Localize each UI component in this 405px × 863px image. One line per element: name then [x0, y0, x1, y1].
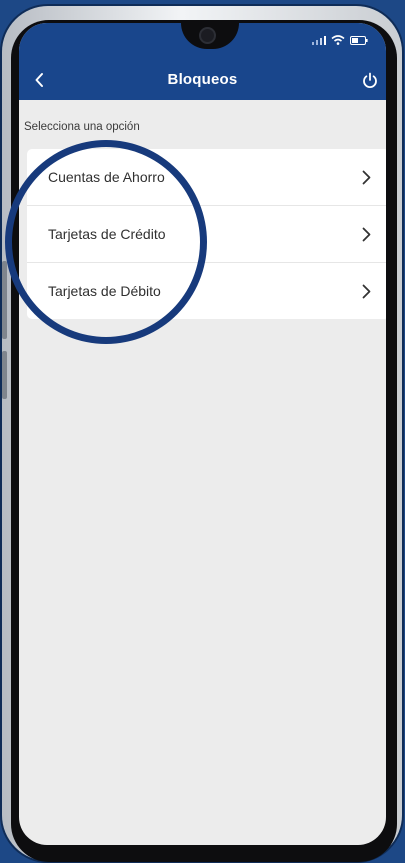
logout-button[interactable] [358, 68, 382, 92]
signal-icon [312, 32, 326, 50]
page-title: Bloqueos [167, 71, 238, 88]
option-label: Tarjetas de Débito [48, 283, 161, 299]
chevron-right-icon [362, 170, 371, 184]
chevron-right-icon [362, 227, 371, 241]
option-label: Tarjetas de Crédito [48, 226, 166, 242]
app-header: Bloqueos [19, 23, 386, 100]
power-icon [363, 72, 377, 88]
battery-icon [350, 32, 368, 50]
status-bar-icons [312, 32, 368, 50]
option-cuentas-ahorro[interactable]: Cuentas de Ahorro [27, 149, 386, 206]
section-label: Selecciona una opción [24, 121, 140, 133]
volume-button [2, 261, 7, 339]
side-button [2, 351, 7, 399]
options-list: Cuentas de Ahorro Tarjetas de Crédito Ta… [27, 149, 386, 319]
phone-screen: Bloqueos Selecciona una opción Cuentas d… [19, 23, 386, 845]
option-label: Cuentas de Ahorro [48, 169, 165, 185]
wifi-icon [331, 32, 345, 50]
option-tarjetas-debito[interactable]: Tarjetas de Débito [27, 263, 386, 319]
option-tarjetas-credito[interactable]: Tarjetas de Crédito [27, 206, 386, 263]
front-camera [199, 27, 216, 44]
chevron-right-icon [362, 284, 371, 298]
